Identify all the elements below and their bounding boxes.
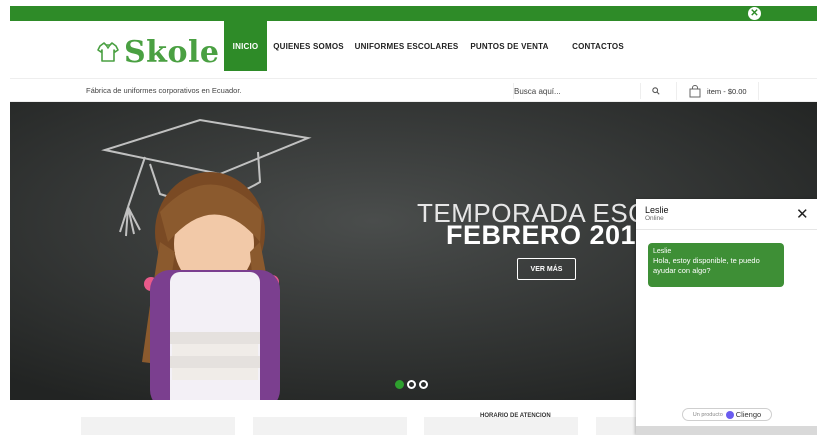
nav-item-quienes-somos[interactable]: QUIENES SOMOS: [267, 21, 350, 71]
cliengo-logo-icon: [725, 410, 734, 419]
powered-brand: Cliengo: [735, 410, 762, 419]
close-icon[interactable]: ✕: [796, 207, 809, 222]
feature-card-3: HORARIO DE ATENCION: [424, 413, 578, 435]
message-text: Hola, estoy disponible, te puedo ayudar …: [653, 256, 760, 275]
chat-header: Leslie Online ✕: [636, 199, 817, 230]
feature-card-title: HORARIO DE ATENCION: [480, 413, 551, 419]
chat-agent-status: Online: [645, 215, 664, 222]
logo-text: Skole: [124, 34, 220, 70]
nav-item-inicio[interactable]: INICIO: [224, 21, 267, 71]
cart-total: item - $0.00: [707, 86, 747, 96]
top-bar: ✕: [10, 6, 817, 21]
site-logo[interactable]: Skole: [96, 34, 220, 70]
chat-widget: Leslie Online ✕ Leslie Hola, estoy dispo…: [636, 199, 817, 435]
nav-item-puntos-de-venta[interactable]: PUNTOS DE VENTA: [463, 21, 556, 71]
close-icon[interactable]: ✕: [748, 7, 761, 20]
shirt-icon: [97, 42, 119, 62]
chat-footer: [636, 426, 817, 435]
nav-item-uniformes-escolares[interactable]: UNIFORMES ESCOLARES: [350, 21, 463, 71]
nav-item-contactos[interactable]: CONTACTOS: [556, 21, 640, 71]
chat-messages: Leslie Hola, estoy disponible, te puedo …: [636, 230, 817, 405]
hero-title-line2: FEBRERO 2018: [446, 220, 652, 250]
slider-dots: [395, 380, 428, 389]
feature-card-1: [81, 417, 235, 435]
search-input[interactable]: [513, 83, 641, 99]
ver-mas-button[interactable]: VER MÁS: [517, 258, 576, 280]
search-icon: [652, 87, 660, 95]
powered-by-badge[interactable]: Un producto Cliengo: [682, 408, 772, 421]
main-nav: INICIO QUIENES SOMOS UNIFORMES ESCOLARES…: [224, 21, 640, 71]
site-header: Skole INICIO QUIENES SOMOS UNIFORMES ESC…: [10, 21, 817, 76]
message-sender: Leslie: [653, 248, 672, 255]
bag-icon: [689, 84, 701, 97]
search-button[interactable]: [648, 83, 664, 99]
feature-card-2: [253, 417, 407, 435]
sub-bar: Fábrica de uniformes corporativos en Ecu…: [10, 78, 817, 102]
cart-button[interactable]: item - $0.00: [676, 82, 759, 100]
slider-dot-3[interactable]: [419, 380, 428, 389]
chat-message-bubble: Leslie Hola, estoy disponible, te puedo …: [648, 243, 784, 287]
feature-card-4: [596, 417, 636, 435]
slider-dot-1[interactable]: [395, 380, 404, 389]
tagline: Fábrica de uniformes corporativos en Ecu…: [86, 86, 242, 95]
powered-prefix: Un producto: [692, 411, 723, 418]
chat-agent-name: Leslie: [645, 205, 669, 215]
slider-dot-2[interactable]: [407, 380, 416, 389]
